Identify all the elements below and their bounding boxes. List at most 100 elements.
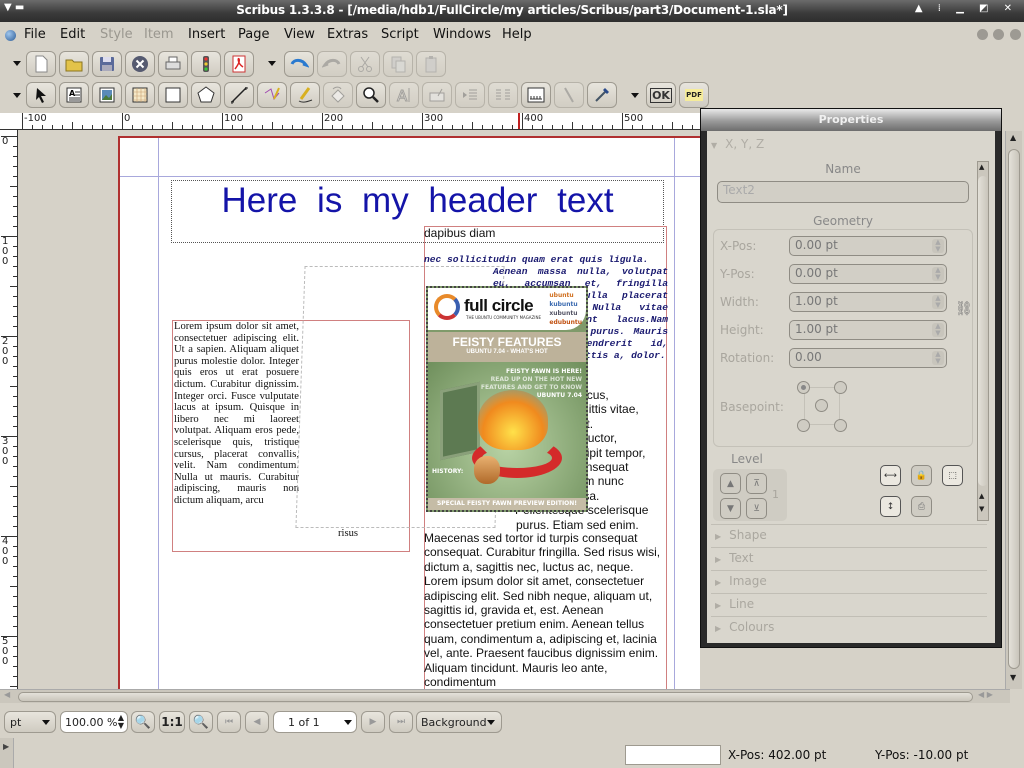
horizontal-ruler[interactable]: -1000100200300400500600700800 <box>18 113 700 130</box>
shape-tool-button[interactable] <box>158 82 188 108</box>
spin-icon[interactable]: ▲ ▼ <box>932 267 944 281</box>
edit-contents-tool-button[interactable]: A <box>389 82 419 108</box>
toolbar-handle-icon[interactable] <box>631 93 639 98</box>
menu-view[interactable]: View <box>284 27 315 42</box>
redo-button[interactable] <box>317 51 347 77</box>
printing-enabled-button[interactable]: ⎙ <box>911 496 932 517</box>
spin-icon[interactable]: ▲ ▼ <box>932 323 944 337</box>
pdf-checkbox-button[interactable]: OK <box>646 82 676 108</box>
layer-select[interactable]: Background <box>416 711 502 733</box>
preflight-verifier-button[interactable] <box>191 51 221 77</box>
measure-tool-button[interactable] <box>521 82 551 108</box>
rotation-field[interactable]: 0.00 ▲ ▼ <box>789 348 947 368</box>
scroll-left-icon[interactable]: ◀ <box>4 690 10 699</box>
vertical-scrollbar[interactable]: ▲ ▼ <box>1005 131 1022 689</box>
menu-page[interactable]: Page <box>238 27 269 42</box>
raise-to-top-button[interactable]: ⊼ <box>746 473 767 494</box>
first-page-button[interactable]: ⏮ <box>217 711 241 733</box>
height-field[interactable]: 1.00 pt ▲ ▼ <box>789 320 947 340</box>
scroll-down-icon[interactable]: ▼ <box>979 505 984 513</box>
save-button[interactable] <box>92 51 122 77</box>
name-field[interactable]: Text2 <box>717 181 969 203</box>
scroll-up-icon[interactable]: ▲ <box>1010 133 1016 142</box>
menu-insert[interactable]: Insert <box>188 27 225 42</box>
spin-icon[interactable]: ▲ ▼ <box>932 351 944 365</box>
menu-edit[interactable]: Edit <box>60 27 85 42</box>
open-button[interactable] <box>59 51 89 77</box>
basepoint-top-left-radio[interactable] <box>797 381 810 394</box>
menu-file[interactable]: File <box>24 27 46 42</box>
zoom-100-button[interactable]: 1:1 <box>159 711 185 733</box>
close-button[interactable] <box>125 51 155 77</box>
status-panel-toggle[interactable]: ▶ <box>0 738 14 768</box>
export-pdf-button[interactable] <box>224 51 254 77</box>
select-tool-button[interactable] <box>26 82 56 108</box>
zoom-spin-icon[interactable]: ▲ ▼ <box>118 714 124 730</box>
menu-extras[interactable]: Extras <box>327 27 368 42</box>
flip-vertical-button[interactable]: ↕ <box>880 496 901 517</box>
magazine-cover-image-frame[interactable]: full circle THE UBUNTU COMMUNITY MAGAZIN… <box>426 286 588 512</box>
new-document-button[interactable] <box>26 51 56 77</box>
menu-style[interactable]: Style <box>100 27 133 42</box>
paste-button[interactable] <box>416 51 446 77</box>
zoom-in-button[interactable]: 🔍 <box>189 711 213 733</box>
raise-level-button[interactable]: ▲ <box>720 473 741 494</box>
menu-item[interactable]: Item <box>144 27 174 42</box>
next-page-button[interactable]: ▶ <box>361 711 385 733</box>
image-frame-tool-button[interactable] <box>92 82 122 108</box>
table-tool-button[interactable] <box>125 82 155 108</box>
width-field[interactable]: 1.00 pt ▲ ▼ <box>789 292 947 312</box>
scroll-down-icon[interactable]: ▼ <box>1010 673 1016 682</box>
mdi-close-icon[interactable] <box>1010 29 1021 40</box>
line-tool-button[interactable] <box>224 82 254 108</box>
section-colours[interactable]: ▶ Colours <box>711 616 987 638</box>
properties-scrollbar[interactable]: ▲ ▲ ▼ <box>977 161 989 521</box>
page-select[interactable]: 1 of 1 <box>273 711 357 733</box>
lower-to-bottom-button[interactable]: ⊻ <box>746 498 767 519</box>
xpos-field[interactable]: 0.00 pt ▲ ▼ <box>789 236 947 256</box>
section-line[interactable]: ▶ Line <box>711 593 987 615</box>
spin-icon[interactable]: ▲ ▼ <box>932 295 944 309</box>
last-page-button[interactable]: ⏭ <box>389 711 413 733</box>
basepoint-center-radio[interactable] <box>815 399 828 412</box>
lock-button[interactable]: 🔒 <box>911 465 932 486</box>
toolbar-handle-icon[interactable] <box>268 61 276 66</box>
window-controls[interactable]: ▲ ⁞ ▁ ◩ ✕ <box>915 3 1018 14</box>
vertical-ruler[interactable]: 0 100 200 300 400 500 <box>0 130 18 690</box>
lock-size-button[interactable]: ⬚ <box>942 465 963 486</box>
ruler-origin-corner[interactable] <box>0 113 18 130</box>
print-button[interactable] <box>158 51 188 77</box>
toolbar-handle-icon[interactable] <box>13 93 21 98</box>
pdf-field-button[interactable]: PDF <box>679 82 709 108</box>
mdi-restore-icon[interactable] <box>993 29 1004 40</box>
basepoint-bottom-left-radio[interactable] <box>797 419 810 432</box>
eyedropper-tool-button[interactable] <box>587 82 617 108</box>
zoom-tool-button[interactable] <box>356 82 386 108</box>
scroll-arrows-icon[interactable]: ◀ ▶ <box>978 690 993 699</box>
document-page[interactable]: Here is my header text Lorem ipsum dolor… <box>118 136 700 689</box>
properties-title-bar[interactable]: Properties <box>701 109 1001 131</box>
horizontal-scrollbar[interactable]: ◀ ◀ ▶ <box>0 689 1010 703</box>
rotate-tool-button[interactable] <box>323 82 353 108</box>
unit-select[interactable]: pt <box>4 711 56 733</box>
zoom-input[interactable]: 100.00 % ▲ ▼ <box>60 711 128 733</box>
menu-help[interactable]: Help <box>502 27 532 42</box>
section-text[interactable]: ▶ Text <box>711 547 987 569</box>
freehand-tool-button[interactable] <box>290 82 320 108</box>
copy-button[interactable] <box>383 51 413 77</box>
bezier-tool-button[interactable] <box>257 82 287 108</box>
xyz-section-header[interactable]: ▼ X, Y, Z <box>711 137 764 151</box>
menu-windows[interactable]: Windows <box>433 27 491 42</box>
document-canvas[interactable]: Here is my header text Lorem ipsum dolor… <box>18 131 700 689</box>
menu-script[interactable]: Script <box>381 27 419 42</box>
story-editor-button[interactable] <box>422 82 452 108</box>
undo-button[interactable] <box>284 51 314 77</box>
basepoint-top-right-radio[interactable] <box>834 381 847 394</box>
horizontal-scroll-thumb[interactable] <box>18 692 973 702</box>
spin-icon[interactable]: ▲ ▼ <box>932 239 944 253</box>
lower-level-button[interactable]: ▼ <box>720 498 741 519</box>
text-frame-tool-button[interactable]: A <box>59 82 89 108</box>
toolbar-handle-icon[interactable] <box>13 61 21 66</box>
ypos-field[interactable]: 0.00 pt ▲ ▼ <box>789 264 947 284</box>
flip-horizontal-button[interactable]: ⟷ <box>880 465 901 486</box>
